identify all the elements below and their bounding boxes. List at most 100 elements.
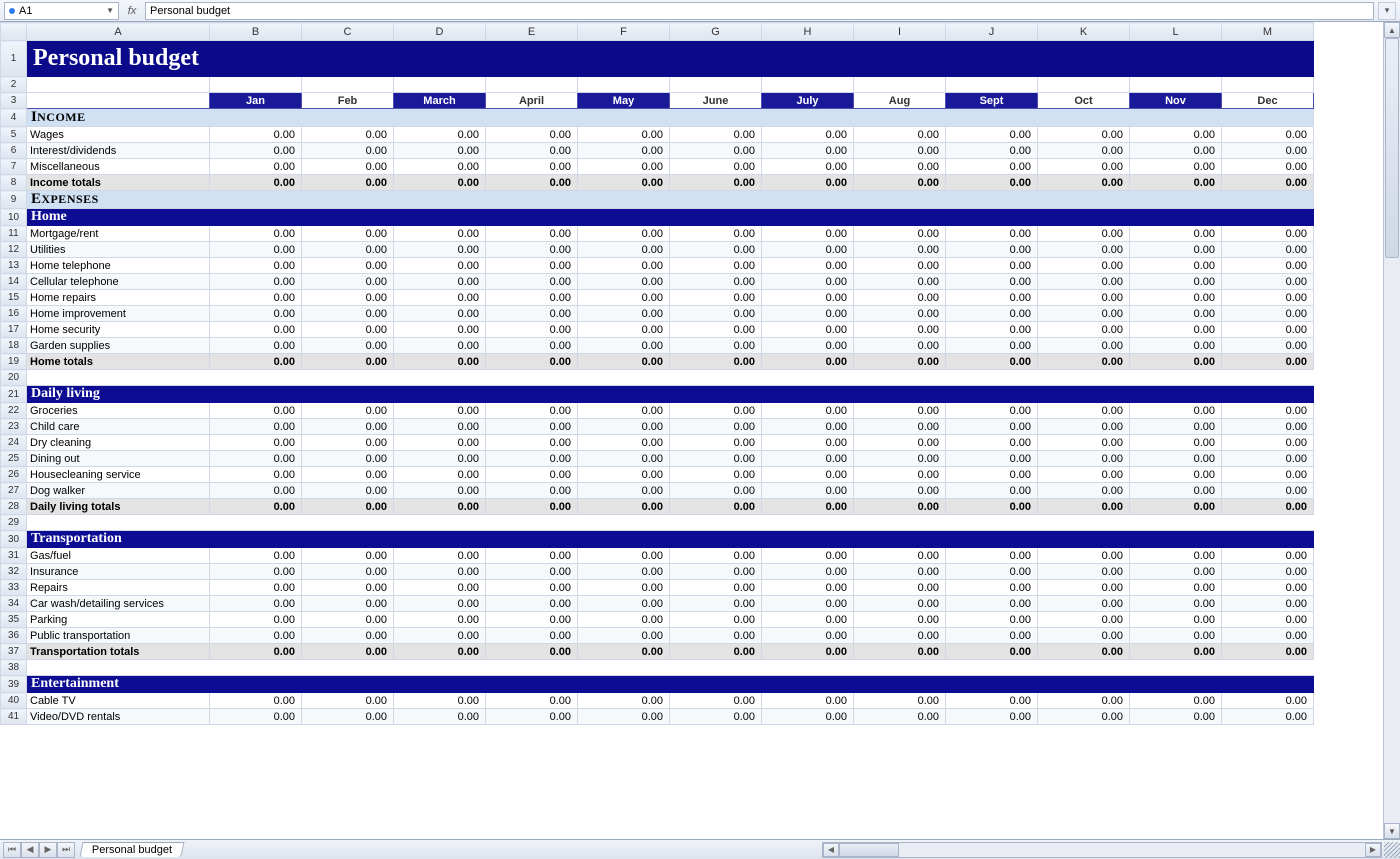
cell[interactable]: [302, 77, 394, 93]
value-cell[interactable]: 0.00: [946, 564, 1038, 580]
value-cell[interactable]: 0.00: [670, 483, 762, 499]
cell[interactable]: [27, 77, 210, 93]
column-header[interactable]: A: [27, 23, 210, 41]
row-header[interactable]: 38: [1, 660, 27, 676]
value-cell[interactable]: 0.00: [578, 451, 670, 467]
value-cell[interactable]: 0.00: [762, 403, 854, 419]
value-cell[interactable]: 0.00: [302, 467, 394, 483]
value-cell[interactable]: 0.00: [1038, 403, 1130, 419]
value-cell[interactable]: 0.00: [762, 693, 854, 709]
value-cell[interactable]: 0.00: [302, 612, 394, 628]
row-header[interactable]: 1: [1, 41, 27, 77]
value-cell[interactable]: 0.00: [1130, 159, 1222, 175]
row-label[interactable]: Home repairs: [27, 290, 210, 306]
value-cell[interactable]: 0.00: [486, 709, 578, 725]
totals-cell[interactable]: 0.00: [670, 175, 762, 191]
value-cell[interactable]: 0.00: [854, 290, 946, 306]
value-cell[interactable]: 0.00: [1038, 628, 1130, 644]
value-cell[interactable]: 0.00: [1038, 226, 1130, 242]
value-cell[interactable]: 0.00: [670, 548, 762, 564]
horizontal-scrollbar[interactable]: ◀ ▶: [822, 842, 1382, 858]
value-cell[interactable]: 0.00: [1222, 693, 1314, 709]
totals-cell[interactable]: 0.00: [946, 354, 1038, 370]
value-cell[interactable]: 0.00: [210, 628, 302, 644]
value-cell[interactable]: 0.00: [854, 564, 946, 580]
value-cell[interactable]: 0.00: [762, 226, 854, 242]
value-cell[interactable]: 0.00: [394, 127, 486, 143]
value-cell[interactable]: 0.00: [302, 322, 394, 338]
value-cell[interactable]: 0.00: [578, 419, 670, 435]
value-cell[interactable]: 0.00: [302, 709, 394, 725]
name-box[interactable]: A1 ▼: [4, 2, 119, 20]
value-cell[interactable]: 0.00: [854, 596, 946, 612]
cell[interactable]: [1130, 77, 1222, 93]
totals-cell[interactable]: 0.00: [578, 644, 670, 660]
totals-cell[interactable]: 0.00: [210, 644, 302, 660]
row-header[interactable]: 16: [1, 306, 27, 322]
totals-cell[interactable]: 0.00: [1130, 175, 1222, 191]
value-cell[interactable]: 0.00: [670, 419, 762, 435]
totals-cell[interactable]: 0.00: [946, 644, 1038, 660]
totals-cell[interactable]: 0.00: [762, 354, 854, 370]
value-cell[interactable]: 0.00: [762, 451, 854, 467]
value-cell[interactable]: 0.00: [1130, 564, 1222, 580]
value-cell[interactable]: 0.00: [302, 419, 394, 435]
value-cell[interactable]: 0.00: [670, 338, 762, 354]
value-cell[interactable]: 0.00: [670, 564, 762, 580]
value-cell[interactable]: 0.00: [210, 467, 302, 483]
value-cell[interactable]: 0.00: [578, 628, 670, 644]
value-cell[interactable]: 0.00: [670, 467, 762, 483]
value-cell[interactable]: 0.00: [394, 628, 486, 644]
totals-cell[interactable]: 0.00: [762, 499, 854, 515]
value-cell[interactable]: 0.00: [1222, 306, 1314, 322]
value-cell[interactable]: 0.00: [394, 306, 486, 322]
value-cell[interactable]: 0.00: [210, 226, 302, 242]
value-cell[interactable]: 0.00: [210, 612, 302, 628]
spacer-row[interactable]: [27, 515, 1314, 531]
value-cell[interactable]: 0.00: [1222, 467, 1314, 483]
value-cell[interactable]: 0.00: [302, 290, 394, 306]
month-header[interactable]: July: [762, 93, 854, 109]
value-cell[interactable]: 0.00: [946, 435, 1038, 451]
fx-icon[interactable]: fx: [123, 5, 141, 17]
value-cell[interactable]: 0.00: [854, 403, 946, 419]
column-header[interactable]: D: [394, 23, 486, 41]
row-label[interactable]: Repairs: [27, 580, 210, 596]
row-header[interactable]: 37: [1, 644, 27, 660]
value-cell[interactable]: 0.00: [1222, 612, 1314, 628]
totals-label[interactable]: Transportation totals: [27, 644, 210, 660]
row-header[interactable]: 32: [1, 564, 27, 580]
value-cell[interactable]: 0.00: [210, 159, 302, 175]
value-cell[interactable]: 0.00: [854, 580, 946, 596]
value-cell[interactable]: 0.00: [302, 143, 394, 159]
totals-cell[interactable]: 0.00: [1222, 354, 1314, 370]
row-header[interactable]: 21: [1, 386, 27, 403]
value-cell[interactable]: 0.00: [1130, 419, 1222, 435]
totals-cell[interactable]: 0.00: [486, 644, 578, 660]
value-cell[interactable]: 0.00: [1130, 306, 1222, 322]
value-cell[interactable]: 0.00: [762, 306, 854, 322]
worksheet[interactable]: ABCDEFGHIJKLM1Personal budget23JanFebMar…: [0, 22, 1383, 839]
totals-cell[interactable]: 0.00: [210, 499, 302, 515]
row-label[interactable]: Dog walker: [27, 483, 210, 499]
row-header[interactable]: 24: [1, 435, 27, 451]
value-cell[interactable]: 0.00: [670, 693, 762, 709]
value-cell[interactable]: 0.00: [578, 242, 670, 258]
row-label[interactable]: Mortgage/rent: [27, 226, 210, 242]
cell[interactable]: [27, 93, 210, 109]
value-cell[interactable]: 0.00: [486, 612, 578, 628]
row-label[interactable]: Gas/fuel: [27, 548, 210, 564]
value-cell[interactable]: 0.00: [1222, 258, 1314, 274]
value-cell[interactable]: 0.00: [1038, 467, 1130, 483]
value-cell[interactable]: 0.00: [854, 258, 946, 274]
row-header[interactable]: 27: [1, 483, 27, 499]
value-cell[interactable]: 0.00: [210, 290, 302, 306]
value-cell[interactable]: 0.00: [1130, 451, 1222, 467]
value-cell[interactable]: 0.00: [854, 548, 946, 564]
value-cell[interactable]: 0.00: [1222, 322, 1314, 338]
value-cell[interactable]: 0.00: [1038, 435, 1130, 451]
totals-cell[interactable]: 0.00: [210, 175, 302, 191]
value-cell[interactable]: 0.00: [302, 403, 394, 419]
row-label[interactable]: Home security: [27, 322, 210, 338]
row-header[interactable]: 26: [1, 467, 27, 483]
